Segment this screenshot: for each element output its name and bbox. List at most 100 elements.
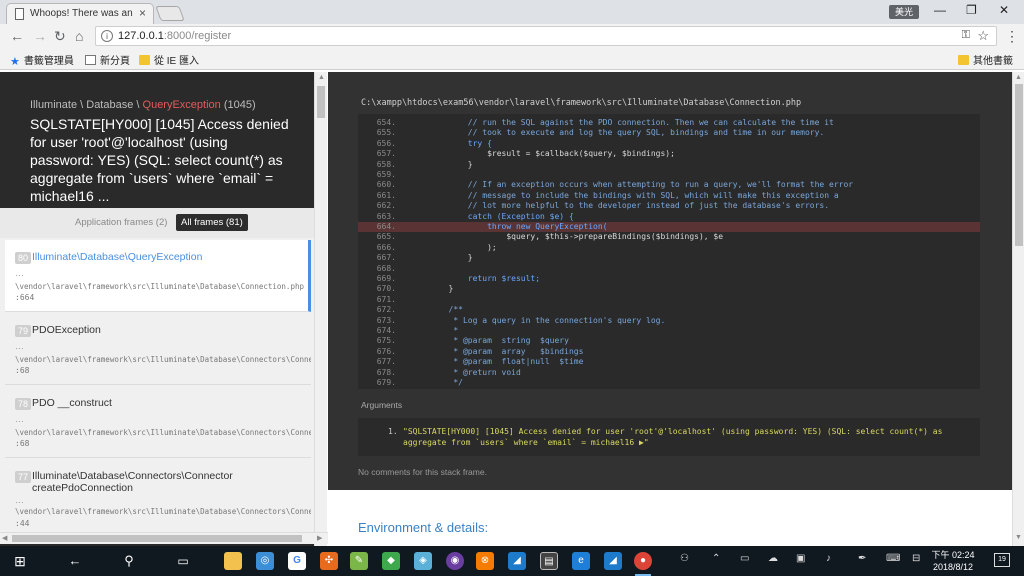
reload-icon[interactable]: ↻	[54, 28, 66, 45]
line-number: 657.	[376, 149, 396, 159]
google-icon[interactable]: G	[288, 552, 306, 570]
all-frames-tab[interactable]: All frames (81)	[176, 214, 248, 231]
key-icon[interactable]: ⚿	[962, 29, 970, 42]
code-text: * @return void	[410, 367, 521, 377]
windows-start-icon[interactable]: ⊞	[11, 552, 29, 570]
tab-close-icon[interactable]: ×	[139, 6, 146, 20]
code-line: 656. try {	[358, 139, 980, 149]
scroll-up-icon[interactable]: ▲	[1015, 74, 1022, 81]
app-icon[interactable]: ◉	[446, 552, 464, 570]
frame-line: :44	[15, 519, 30, 528]
stack-frame[interactable]: 80 Illuminate\Database\QueryException … …	[5, 240, 311, 312]
scroll-right-icon[interactable]: ▶	[317, 534, 322, 542]
app-icon[interactable]: ▤	[540, 552, 558, 570]
chevron-up-icon[interactable]: ⌃	[712, 553, 720, 564]
code-text: * @param float|null $time	[410, 357, 584, 367]
info-icon[interactable]: i	[101, 30, 113, 42]
code-text: $query, $this->prepareBindings($bindings…	[410, 232, 724, 242]
environment-heading: Environment & details:	[358, 520, 489, 535]
application-frames-tab[interactable]: Application frames (2)	[70, 214, 172, 231]
line-number: 670.	[376, 284, 396, 294]
clock[interactable]: 下午 02:24 2018/8/12	[930, 549, 976, 573]
new-tab-button[interactable]	[155, 6, 185, 21]
xampp-icon[interactable]: ⊗	[476, 552, 494, 570]
frame-number: 77	[15, 471, 32, 483]
keyboard-icon[interactable]: ⌨	[886, 553, 900, 564]
back-icon[interactable]: ←	[10, 28, 24, 44]
line-number: 662.	[376, 201, 396, 211]
edge-icon[interactable]: e	[572, 552, 590, 570]
line-number: 669.	[376, 274, 396, 283]
code-line: 662. // lot more helpful to the develope…	[358, 201, 980, 211]
people-icon[interactable]: ⚇	[680, 553, 689, 564]
bookmark-item[interactable]: 新分頁	[85, 52, 130, 67]
scroll-down-icon[interactable]: ▼	[1015, 534, 1022, 541]
url-input[interactable]: i 127.0.0.1:8000/register ⚿ ☆	[95, 26, 997, 46]
app-icon[interactable]: ✣	[320, 552, 338, 570]
line-number: 667.	[376, 253, 396, 263]
other-bookmarks[interactable]: 其他書籤	[958, 52, 1013, 67]
scroll-left-icon[interactable]: ◀	[2, 534, 7, 542]
left-scrollbar[interactable]: ▲ ▼	[314, 72, 327, 546]
code-line: 663. catch (Exception $e) {	[358, 212, 980, 222]
arguments-label: Arguments	[361, 400, 403, 410]
notification-icon[interactable]: 19	[994, 553, 1010, 567]
code-text: }	[410, 284, 454, 294]
code-line: 660. // If an exception occurs when atte…	[358, 180, 980, 190]
stack-frame[interactable]: 78 PDO __construct … \vendor\laravel\fra…	[5, 386, 311, 458]
line-number: 655.	[376, 128, 396, 138]
chrome-icon[interactable]: ●	[634, 552, 652, 576]
horizontal-scrollbar[interactable]: ◀ ▶	[0, 532, 328, 544]
scroll-thumb[interactable]	[12, 535, 302, 542]
line-number: 674.	[376, 326, 396, 335]
back-icon[interactable]: ←	[66, 552, 84, 570]
pen-icon[interactable]: ✒	[858, 553, 866, 564]
code-text: // lot more helpful to the developer ins…	[410, 201, 830, 211]
app-icon[interactable]: ◎	[256, 552, 274, 570]
file-explorer-icon[interactable]	[224, 552, 242, 570]
close-window-icon[interactable]: ✕	[999, 3, 1009, 17]
task-view-icon[interactable]: ▭	[174, 552, 192, 570]
code-text: catch (Exception $e) {	[410, 211, 574, 221]
scroll-up-icon[interactable]: ▲	[318, 74, 325, 81]
bookmark-item[interactable]: ★ 書籤管理員	[10, 52, 74, 68]
volume-icon[interactable]: ♪	[826, 553, 831, 564]
network-icon[interactable]: ▣	[796, 553, 805, 564]
home-icon[interactable]: ⌂	[75, 28, 83, 44]
bookmark-star-icon[interactable]: ☆	[977, 28, 989, 44]
app-icon[interactable]: ◈	[414, 552, 432, 570]
code-text: * @param string $query	[410, 336, 569, 346]
battery-icon[interactable]: ▭	[740, 553, 749, 564]
vscode-icon[interactable]: ◢	[508, 552, 526, 570]
git-icon[interactable]: ◆	[382, 552, 400, 570]
line-number: 676.	[376, 346, 396, 356]
profile-badge[interactable]: 美光	[889, 5, 919, 19]
frame-line: :68	[15, 439, 30, 448]
code-line: 679. */	[358, 378, 980, 388]
notepad-icon[interactable]: ✎	[350, 552, 368, 570]
search-icon[interactable]: ⚲	[120, 552, 138, 570]
forward-icon[interactable]: →	[33, 28, 47, 44]
code-line: 672. /**	[358, 305, 980, 315]
scroll-thumb[interactable]	[1015, 84, 1023, 246]
code-text: // message to include the bindings with …	[410, 190, 839, 200]
restore-icon[interactable]: ❐	[966, 3, 977, 17]
scroll-thumb[interactable]	[317, 86, 325, 118]
input-method-icon[interactable]: ⊟	[912, 553, 920, 564]
code-line: 668.	[358, 264, 980, 274]
onedrive-icon[interactable]: ☁	[768, 553, 778, 564]
line-number: 661.	[376, 190, 396, 200]
menu-icon[interactable]: ⋮	[1005, 28, 1019, 45]
code-text: // If an exception occurs when attemptin…	[410, 180, 854, 190]
minimize-icon[interactable]: —	[934, 3, 946, 17]
code-line: 670. }	[358, 284, 980, 294]
stack-frame[interactable]: 77 Illuminate\Database\Connectors\Connec…	[5, 459, 311, 538]
url-text: 127.0.0.1:8000/register	[118, 30, 232, 42]
bookmark-item[interactable]: 從 IE 匯入	[139, 52, 199, 67]
browser-tab[interactable]: Whoops! There was an error. ×	[6, 3, 154, 24]
stack-frame[interactable]: 79 PDOException … \vendor\laravel\framew…	[5, 313, 311, 385]
vscode-icon[interactable]: ◢	[604, 552, 622, 570]
argument-text[interactable]: "SQLSTATE[HY000] [1045] Access denied fo…	[403, 427, 963, 448]
right-scrollbar[interactable]: ▲ ▼	[1012, 72, 1024, 546]
frame-path: \vendor\laravel\framework\src\Illuminate…	[15, 282, 304, 291]
